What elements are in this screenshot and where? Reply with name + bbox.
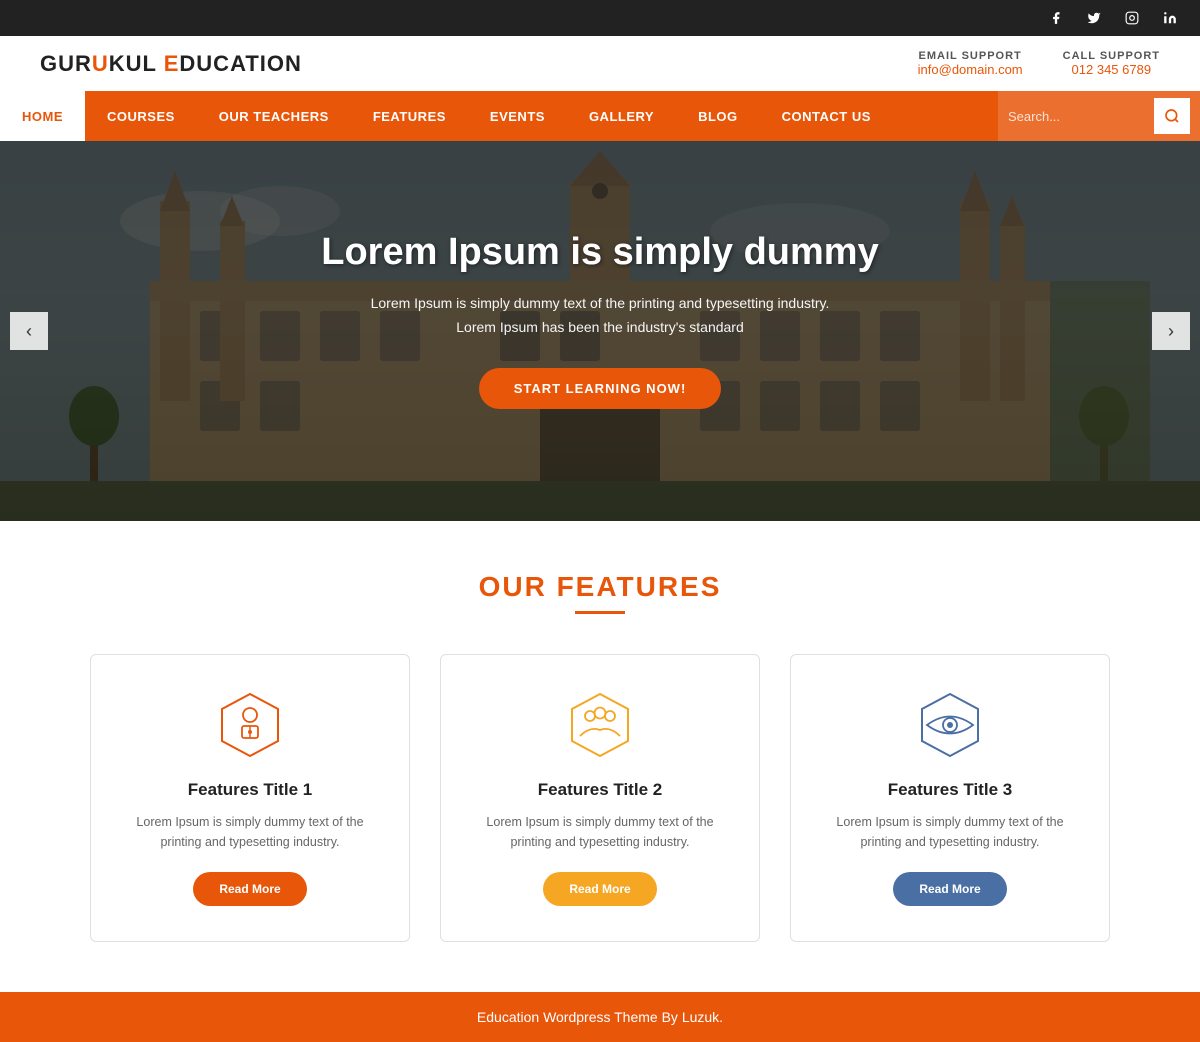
search-icon: [1164, 108, 1180, 124]
feature-title-2: Features Title 2: [466, 780, 734, 800]
feature-title-3: Features Title 3: [816, 780, 1084, 800]
footer-text: Education Wordpress Theme By Luzuk.: [477, 1009, 723, 1025]
call-support: CALL SUPPORT 012 345 6789: [1063, 50, 1160, 77]
logo-e: E: [164, 51, 180, 76]
search-button[interactable]: [1154, 98, 1190, 134]
features-grid: Features Title 1 Lorem Ipsum is simply d…: [60, 654, 1140, 942]
feature-title-1: Features Title 1: [116, 780, 384, 800]
email-label: EMAIL SUPPORT: [918, 50, 1023, 62]
main-nav: HOME COURSES OUR TEACHERS FEATURES EVENT…: [0, 91, 1200, 141]
slider-next-button[interactable]: ›: [1152, 312, 1190, 350]
footer: Education Wordpress Theme By Luzuk.: [0, 992, 1200, 1042]
hero-subtitle-line1: Lorem Ipsum is simply dummy text of the …: [371, 295, 830, 311]
hero-subtitle-line2: Lorem Ipsum has been the industry's stan…: [456, 319, 744, 335]
logo[interactable]: GURUKUL EDUCATION: [40, 51, 302, 77]
hero-cta-button[interactable]: START LEARNING NOW!: [479, 368, 722, 409]
hero-title: Lorem Ipsum is simply dummy: [0, 231, 1200, 274]
facebook-icon[interactable]: [1046, 8, 1066, 28]
feature-icon-3: [915, 690, 985, 760]
email-value[interactable]: info@domain.com: [918, 62, 1023, 77]
nav-item-blog[interactable]: BLOG: [676, 91, 760, 141]
features-section: OUR FEATURES Features Title 1 Lorem Ipsu…: [0, 521, 1200, 992]
logo-text-ducation: DUCATION: [179, 51, 301, 76]
chevron-left-icon: ‹: [26, 321, 32, 342]
hero-content: Lorem Ipsum is simply dummy Lorem Ipsum …: [0, 141, 1200, 409]
hero-subtitle: Lorem Ipsum is simply dummy text of the …: [0, 292, 1200, 340]
instagram-icon[interactable]: [1122, 8, 1142, 28]
section-divider: [575, 611, 625, 614]
feature-text-3: Lorem Ipsum is simply dummy text of the …: [816, 812, 1084, 852]
feature-read-more-2[interactable]: Read More: [543, 872, 656, 906]
logo-text-kul: KUL: [109, 51, 164, 76]
email-support: EMAIL SUPPORT info@domain.com: [918, 50, 1023, 77]
slider-prev-button[interactable]: ‹: [10, 312, 48, 350]
feature-card-1: Features Title 1 Lorem Ipsum is simply d…: [90, 654, 410, 942]
feature-card-2: Features Title 2 Lorem Ipsum is simply d…: [440, 654, 760, 942]
logo-text-gur: GUR: [40, 51, 92, 76]
search-input[interactable]: [1008, 109, 1148, 124]
nav-item-events[interactable]: EVENTS: [468, 91, 567, 141]
nav-item-contact-us[interactable]: CONTACT US: [760, 91, 893, 141]
nav-search-container: [998, 91, 1200, 141]
twitter-icon[interactable]: [1084, 8, 1104, 28]
chevron-right-icon: ›: [1168, 321, 1174, 342]
phone-value[interactable]: 012 345 6789: [1063, 62, 1160, 77]
header: GURUKUL EDUCATION EMAIL SUPPORT info@dom…: [0, 36, 1200, 91]
nav-item-home[interactable]: HOME: [0, 91, 85, 141]
feature-card-3: Features Title 3 Lorem Ipsum is simply d…: [790, 654, 1110, 942]
feature-text-1: Lorem Ipsum is simply dummy text of the …: [116, 812, 384, 852]
features-section-title: OUR FEATURES: [60, 571, 1140, 603]
phone-label: CALL SUPPORT: [1063, 50, 1160, 62]
top-bar: [0, 0, 1200, 36]
hero-slider: Lorem Ipsum is simply dummy Lorem Ipsum …: [0, 141, 1200, 521]
feature-icon-1: [215, 690, 285, 760]
nav-item-our-teachers[interactable]: OUR TEACHERS: [197, 91, 351, 141]
logo-highlight: U: [92, 51, 109, 76]
feature-icon-2: [565, 690, 635, 760]
nav-item-features[interactable]: FEATURES: [351, 91, 468, 141]
feature-read-more-3[interactable]: Read More: [893, 872, 1006, 906]
feature-read-more-1[interactable]: Read More: [193, 872, 306, 906]
feature-text-2: Lorem Ipsum is simply dummy text of the …: [466, 812, 734, 852]
linkedin-icon[interactable]: [1160, 8, 1180, 28]
header-contact: EMAIL SUPPORT info@domain.com CALL SUPPO…: [918, 50, 1160, 77]
nav-item-courses[interactable]: COURSES: [85, 91, 197, 141]
nav-item-gallery[interactable]: GALLERY: [567, 91, 676, 141]
